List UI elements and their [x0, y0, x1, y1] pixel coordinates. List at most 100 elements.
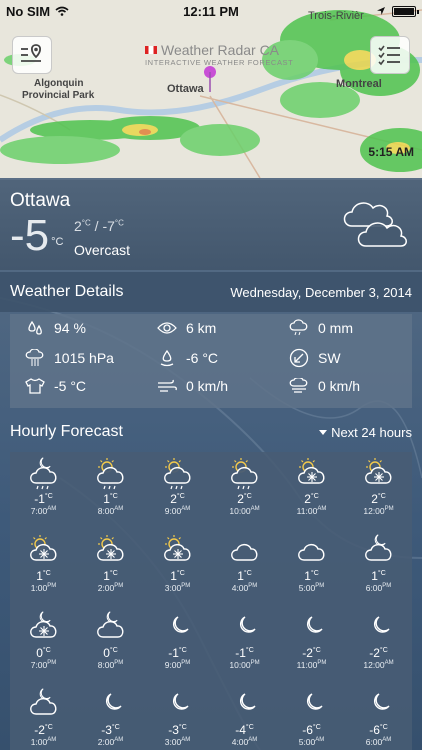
carrier-label: No SIM [6, 3, 51, 19]
hourly-time: 3:00AM [164, 737, 191, 747]
sun-cloud-snow-icon [345, 452, 412, 490]
eye-icon [156, 317, 178, 339]
hourly-temp: 2°C [237, 492, 252, 506]
hourly-time: 10:00AM [229, 506, 260, 516]
current-conditions[interactable]: Ottawa -5 °C 2°C / -7°C Overcast [0, 180, 422, 270]
hourly-time: 12:00AM [363, 660, 394, 670]
high-low: 2°C / -7°C [74, 218, 124, 234]
current-temp-value: -5 [10, 211, 50, 260]
low-unit: °C [114, 218, 124, 228]
hourly-temp: 1°C [103, 569, 118, 583]
hourly-item: -3°C 3:00AM [144, 683, 211, 750]
hourly-item: -3°C 2:00AM [77, 683, 144, 750]
hourly-item: 1°C 5:00PM [278, 529, 345, 606]
checklist-icon [378, 45, 400, 66]
hourly-time: 11:00PM [296, 660, 327, 670]
night-cloud-icon [10, 683, 77, 721]
hourly-temp: -2°C [302, 646, 321, 660]
radar-map[interactable]: No SIM 12:11 PM Weather Radar CA INTERAC… [0, 0, 422, 178]
details-header: Weather Details Wednesday, December 3, 2… [0, 272, 422, 312]
sun-cloud-snow-icon [77, 529, 144, 567]
range-selector[interactable]: Next 24 hours [319, 425, 412, 440]
feels-like-value: -5 °C [54, 378, 87, 394]
hourly-time: 8:00AM [97, 506, 124, 516]
moon-icon [278, 606, 345, 644]
hourly-time: 1:00AM [30, 737, 57, 747]
hourly-item: 0°C 8:00PM [77, 606, 144, 683]
hourly-item: -6°C 5:00AM [278, 683, 345, 750]
hourly-temp: 1°C [103, 492, 118, 506]
hourly-item: 1°C 4:00PM [211, 529, 278, 606]
precip-item: 0 mm [288, 317, 353, 339]
canada-flag-icon [145, 46, 157, 54]
moon-icon [211, 683, 278, 721]
sun-cloud-rain-icon [77, 452, 144, 490]
hourly-item: 1°C 8:00AM [77, 452, 144, 529]
map-label-park: Provincial Park [22, 90, 95, 101]
hourly-time: 1:00PM [30, 583, 57, 593]
map-label-algonquin: Algonquin [34, 78, 84, 89]
hourly-time: 3:00PM [164, 583, 191, 593]
cloud-icon [278, 529, 345, 567]
hourly-item: -1°C 7:00AM [10, 452, 77, 529]
overcast-icon [343, 202, 407, 247]
moon-icon [278, 683, 345, 721]
cloud-rain-icon [288, 317, 310, 339]
hourly-time: 10:00PM [229, 660, 260, 670]
hourly-time: 4:00PM [231, 583, 258, 593]
hourly-item: 2°C 12:00PM [345, 452, 412, 529]
hourly-item: -6°C 6:00AM [345, 683, 412, 750]
moon-icon [77, 683, 144, 721]
hourly-item: -2°C 12:00AM [345, 606, 412, 683]
night-cloud-icon [345, 529, 412, 567]
hourly-item: -4°C 4:00AM [211, 683, 278, 750]
humidity-value: 94 % [54, 320, 86, 336]
wind-speed-item: 0 km/h [156, 375, 228, 397]
hourly-item: -2°C 11:00PM [278, 606, 345, 683]
hourly-temp: -3°C [101, 723, 120, 737]
hourly-grid[interactable]: -1°C 7:00AM 1°C 8:00AM 2°C 9:00AM 2°C 10:00AM 2°… [10, 452, 412, 750]
range-label: Next 24 hours [331, 424, 412, 440]
moon-icon [345, 606, 412, 644]
current-temp: -5 °C [10, 214, 63, 258]
dewpoint-item: -6 °C [156, 347, 218, 369]
hourly-temp: 1°C [36, 569, 51, 583]
hourly-time: 5:00AM [298, 737, 325, 747]
location-list-icon [21, 44, 42, 62]
details-title: Weather Details [10, 283, 124, 300]
hourly-temp: -1°C [235, 646, 254, 660]
hourly-time: 11:00AM [296, 506, 327, 516]
hourly-time: 9:00PM [164, 660, 191, 670]
hourly-time: 6:00PM [365, 583, 392, 593]
hourly-item: 1°C 2:00PM [77, 529, 144, 606]
sun-cloud-snow-icon [144, 529, 211, 567]
location-arrow-icon [377, 7, 385, 15]
cloud-icon [211, 529, 278, 567]
shirt-icon [24, 375, 46, 397]
details-date: Wednesday, December 3, 2014 [230, 284, 412, 300]
dewpoint-icon [156, 347, 178, 369]
hourly-time: 8:00PM [97, 660, 124, 670]
hourly-temp: 1°C [304, 569, 319, 583]
map-label-trois-rivieres: Trois-Rivièr [308, 10, 364, 22]
hourly-temp: -6°C [369, 723, 388, 737]
precip-value: 0 mm [318, 320, 353, 336]
condition-text: Overcast [74, 242, 131, 258]
hourly-item: -1°C 9:00PM [144, 606, 211, 683]
hourly-item: 2°C 11:00AM [278, 452, 345, 529]
high-unit: °C [81, 218, 91, 228]
hourly-item: -1°C 10:00PM [211, 606, 278, 683]
wind-direction-item: SW [288, 347, 341, 369]
brand-watermark: Weather Radar CA INTERACTIVE WEATHER FOR… [145, 42, 293, 67]
map-options-button[interactable] [370, 36, 410, 74]
hourly-time: 6:00AM [365, 737, 392, 747]
hourly-temp: 1°C [170, 569, 185, 583]
hourly-time: 4:00AM [231, 737, 258, 747]
hourly-item: 1°C 1:00PM [10, 529, 77, 606]
dewpoint-value: -6 °C [186, 350, 219, 366]
moon-icon [144, 683, 211, 721]
gust-item: 0 km/h [288, 375, 360, 397]
hourly-time: 5:00PM [298, 583, 325, 593]
locations-button[interactable] [12, 36, 52, 74]
hourly-temp: 2°C [170, 492, 185, 506]
